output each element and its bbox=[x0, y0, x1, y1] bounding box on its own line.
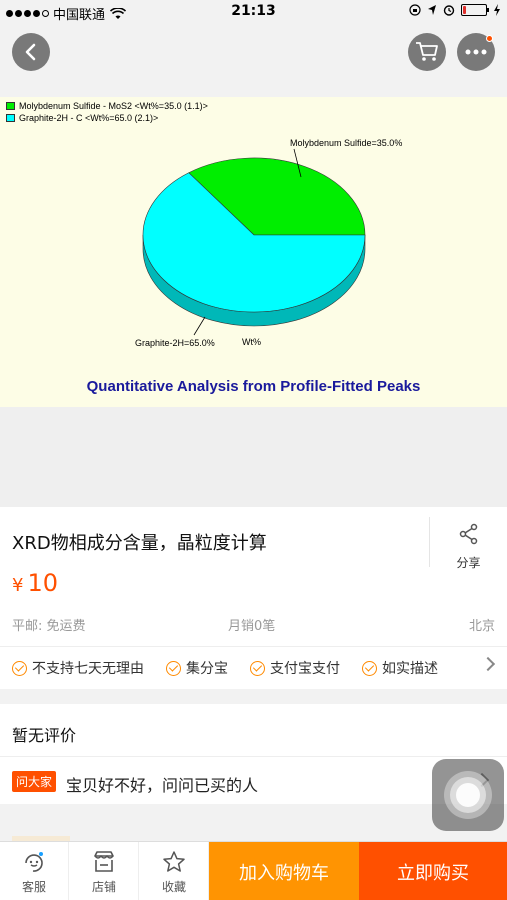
shipping-info: 平邮: 免运费 bbox=[12, 619, 86, 634]
star-icon bbox=[163, 851, 185, 872]
reviews-section: 暂无评价 问大家 宝贝好不好，问问已买的人 bbox=[0, 704, 507, 804]
chevron-right-icon bbox=[480, 656, 496, 672]
service-guarantees[interactable]: 不支持七天无理由 集分宝 支付宝支付 如实描述 bbox=[0, 646, 507, 689]
shop-icon bbox=[94, 851, 114, 872]
status-icons bbox=[409, 4, 501, 16]
tab-label: 店铺 bbox=[91, 880, 116, 894]
ask-tag: 问大家 bbox=[12, 771, 57, 792]
share-icon bbox=[459, 523, 478, 545]
reviews-title: 暂无评价 bbox=[12, 726, 77, 745]
service-item: 不支持七天无理由 bbox=[12, 658, 144, 678]
chart-title: Quantitative Analysis from Profile-Fitte… bbox=[86, 378, 421, 395]
service-item: 支付宝支付 bbox=[250, 658, 340, 678]
product-price: ¥10 bbox=[12, 569, 58, 597]
back-button[interactable] bbox=[12, 33, 50, 71]
buy-now-button[interactable]: 立即购买 bbox=[359, 842, 507, 900]
battery-level bbox=[463, 6, 466, 14]
check-circle-icon bbox=[166, 660, 181, 676]
service-item: 如实描述 bbox=[362, 658, 438, 678]
seller-location: 北京 bbox=[468, 619, 495, 634]
monthly-sales: 月销0笔 bbox=[228, 619, 276, 634]
slice-label-graphite: Graphite-2H=65.0% bbox=[135, 338, 215, 348]
graphite-leader-line bbox=[193, 316, 206, 336]
add-to-cart-button[interactable]: 加入购物车 bbox=[209, 842, 359, 900]
product-info: XRD物相成分含量，晶粒度计算 分享 ¥10 平邮: 免运费 月销0笔 北京 不… bbox=[0, 507, 507, 689]
slice-label-mos2: Molybdenum Sulfide=35.0% bbox=[290, 138, 402, 148]
alarm-icon bbox=[443, 5, 455, 16]
check-circle-icon bbox=[12, 660, 27, 676]
bottom-action-bar: 客服 店铺 收藏 加入购物车 立即购买 bbox=[0, 841, 507, 900]
share-button[interactable]: 分享 bbox=[429, 517, 507, 570]
service-icon bbox=[25, 852, 43, 872]
currency-symbol: ¥ bbox=[12, 575, 24, 596]
product-title: XRD物相成分含量，晶粒度计算 bbox=[12, 533, 267, 554]
check-circle-icon bbox=[362, 660, 377, 676]
more-button[interactable] bbox=[457, 33, 495, 71]
shop-button[interactable]: 店铺 bbox=[70, 842, 139, 900]
assistive-touch-button[interactable] bbox=[432, 759, 504, 831]
pie-center-label: Wt% bbox=[242, 337, 261, 347]
service-label: 集分宝 bbox=[186, 661, 228, 677]
service-label: 如实描述 bbox=[382, 661, 438, 677]
more-icon bbox=[465, 49, 487, 55]
ask-text: 宝贝好不好，问问已买的人 bbox=[66, 776, 259, 795]
charging-icon bbox=[494, 4, 500, 16]
service-item: 集分宝 bbox=[166, 658, 228, 678]
customer-service-button[interactable]: 客服 bbox=[0, 842, 69, 900]
notification-dot bbox=[486, 35, 493, 42]
location-icon bbox=[428, 5, 436, 15]
favorite-button[interactable]: 收藏 bbox=[140, 842, 209, 900]
service-label: 支付宝支付 bbox=[270, 661, 340, 677]
battery-icon bbox=[461, 4, 489, 16]
tab-label: 客服 bbox=[21, 880, 46, 894]
service-label: 不支持七天无理由 bbox=[32, 661, 144, 677]
ask-everyone-row[interactable]: 问大家 宝贝好不好，问问已买的人 bbox=[0, 756, 507, 804]
pie-chart: Molybdenum Sulfide=35.0% Graphite-2H=65.… bbox=[135, 138, 402, 348]
back-icon bbox=[25, 43, 36, 61]
image-gallery-spacer bbox=[0, 407, 507, 507]
check-circle-icon bbox=[250, 660, 265, 676]
cart-button[interactable] bbox=[408, 33, 446, 71]
rotation-lock-icon bbox=[409, 4, 421, 16]
status-bar: 中国联通 21:13 bbox=[0, 0, 507, 24]
product-image[interactable]: Molybdenum Sulfide - MoS2 <Wt%=35.0 (1.1… bbox=[0, 97, 507, 407]
share-label: 分享 bbox=[456, 556, 481, 570]
tab-label: 收藏 bbox=[161, 880, 186, 894]
price-value: 10 bbox=[27, 569, 58, 597]
cart-icon bbox=[416, 42, 438, 61]
